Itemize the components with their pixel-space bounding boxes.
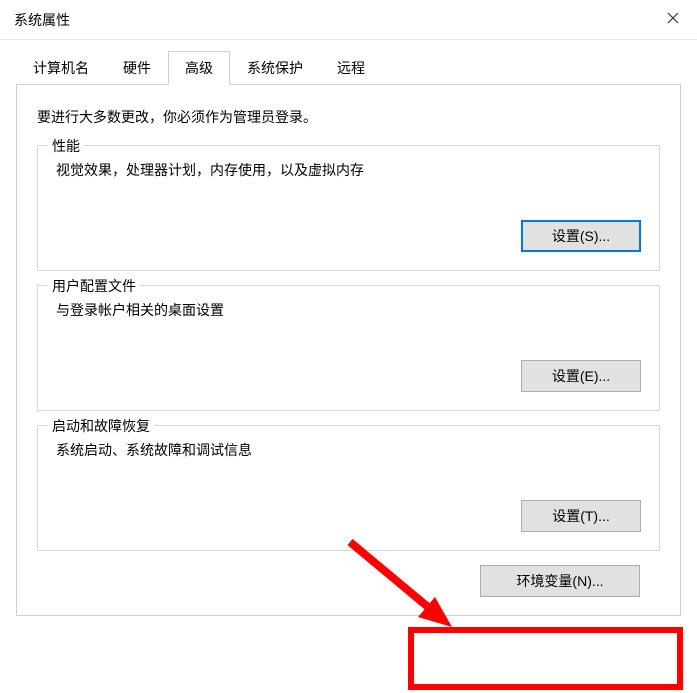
startup-recovery-settings-button[interactable]: 设置(T)... <box>521 500 641 532</box>
performance-settings-button[interactable]: 设置(S)... <box>521 220 641 252</box>
tab-hardware[interactable]: 硬件 <box>106 51 168 85</box>
annotation-highlight-box <box>408 627 683 690</box>
user-profiles-group: 用户配置文件 与登录帐户相关的桌面设置 设置(E)... <box>37 285 660 411</box>
startup-recovery-group: 启动和故障恢复 系统启动、系统故障和调试信息 设置(T)... <box>37 425 660 551</box>
close-button[interactable] <box>649 0 697 40</box>
tab-advanced[interactable]: 高级 <box>168 51 230 85</box>
startup-recovery-legend: 启动和故障恢复 <box>48 416 154 436</box>
tab-panel-advanced: 要进行大多数更改，你必须作为管理员登录。 性能 视觉效果，处理器计划，内存使用，… <box>16 85 681 616</box>
titlebar: 系统属性 <box>0 0 697 40</box>
user-profiles-legend: 用户配置文件 <box>48 276 140 296</box>
tab-strip: 计算机名 硬件 高级 系统保护 远程 <box>16 50 681 85</box>
close-icon <box>667 11 679 29</box>
admin-notice: 要进行大多数更改，你必须作为管理员登录。 <box>37 107 660 127</box>
environment-variables-button[interactable]: 环境变量(N)... <box>480 565 640 597</box>
window-title: 系统属性 <box>14 10 70 30</box>
content-area: 计算机名 硬件 高级 系统保护 远程 要进行大多数更改，你必须作为管理员登录。 … <box>0 40 697 632</box>
tab-remote[interactable]: 远程 <box>320 51 382 85</box>
user-profiles-settings-button[interactable]: 设置(E)... <box>521 360 641 392</box>
startup-recovery-desc: 系统启动、系统故障和调试信息 <box>56 440 641 460</box>
performance-legend: 性能 <box>48 136 84 156</box>
performance-desc: 视觉效果，处理器计划，内存使用，以及虚拟内存 <box>56 160 641 180</box>
performance-group: 性能 视觉效果，处理器计划，内存使用，以及虚拟内存 设置(S)... <box>37 145 660 271</box>
tab-system-protection[interactable]: 系统保护 <box>230 51 320 85</box>
tab-computer-name[interactable]: 计算机名 <box>16 51 106 85</box>
user-profiles-desc: 与登录帐户相关的桌面设置 <box>56 300 641 320</box>
